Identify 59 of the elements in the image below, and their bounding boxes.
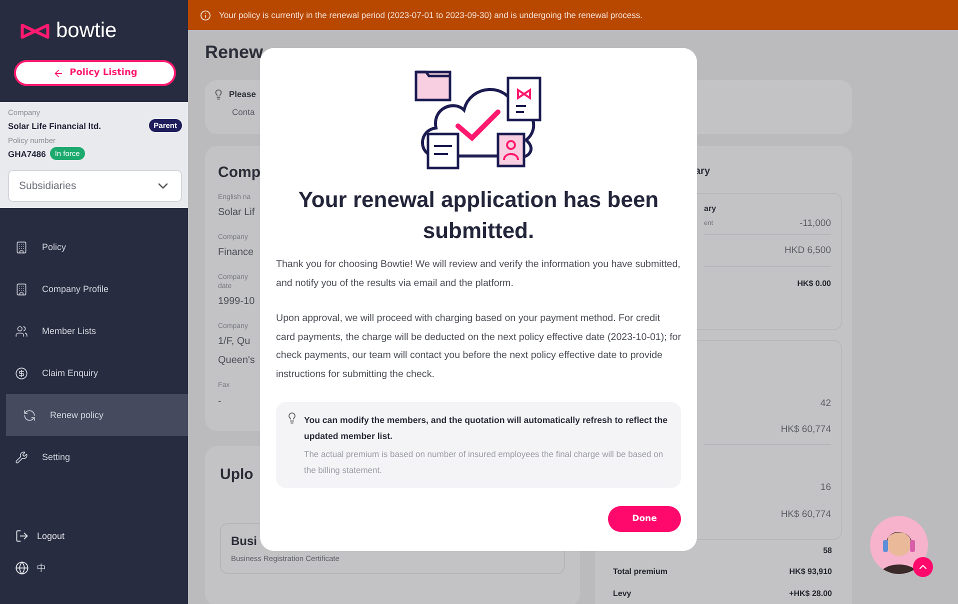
subsidiaries-select[interactable]: Subsidiaries	[8, 170, 182, 202]
wrench-icon	[15, 450, 28, 464]
total-label: Levy	[613, 588, 632, 598]
total-value: +HK$ 28.00	[789, 588, 832, 598]
users-icon	[15, 324, 28, 338]
total-value: HK$ 93,910	[789, 567, 832, 576]
bowtie-logo-icon	[20, 22, 50, 40]
refresh-icon	[23, 408, 36, 422]
page-title: Renew	[205, 42, 264, 64]
field-value: Solar Lif	[218, 206, 255, 220]
card-heading: Comp	[218, 164, 260, 181]
field-value: 1999-10	[218, 295, 255, 310]
lightbulb-icon	[286, 412, 298, 424]
building-icon	[15, 240, 28, 254]
nav-item[interactable]: Setting	[0, 436, 188, 478]
field-value: Finance	[218, 246, 254, 260]
dialog-paragraph: Thank you for choosing Bowtie! We will review and verify the information you have submitted, and notify you of the results via email and the platform.	[276, 258, 681, 291]
row-value: HK$ 60,774	[780, 508, 831, 520]
logo-text: bowtie	[56, 19, 117, 43]
building-icon	[15, 282, 28, 296]
dialog-title: Your renewal application has been submitted.	[297, 186, 660, 245]
footer-item[interactable]: Logout	[0, 520, 188, 552]
nav-item[interactable]: Company Profile	[0, 268, 188, 310]
box-heading: ary	[704, 204, 718, 213]
footer-item[interactable]: 中	[0, 552, 188, 584]
company-name: Solar Life Financial ltd.	[8, 120, 102, 130]
row-value: -11,000	[799, 218, 831, 229]
dollar-coin-icon	[15, 366, 28, 380]
field-value: -	[218, 394, 222, 409]
tip-text: The actual premium is based on number of insured employees the final charge will be based on the billing statement.	[304, 448, 664, 477]
policy-listing-button[interactable]: Policy Listing	[14, 60, 176, 86]
document-title: Busi	[231, 534, 258, 548]
lightbulb-icon	[213, 89, 224, 100]
card-heading: Uplo	[220, 466, 254, 483]
nav-item[interactable]: Renew policy	[6, 394, 188, 436]
tip-text: Conta	[231, 107, 255, 117]
dialog-paragraph: Upon approval, we will proceed with charging based on your payment method. For credit card payments, the charge will be deducted on the next policy effective date (2023-10-01); for check payments, our team will contact you before the next policy effective date to provide instructions for submitting the check.	[276, 312, 681, 382]
scroll-up-button[interactable]	[913, 557, 933, 577]
row-value: HK$ 0.00	[797, 278, 831, 288]
info-icon	[200, 10, 211, 20]
tip-title: Please	[229, 89, 256, 99]
logout-icon	[15, 529, 29, 543]
arrow-left-icon	[52, 68, 64, 78]
nav-item[interactable]: Member Lists	[0, 310, 188, 352]
nav-item[interactable]: Policy	[0, 226, 188, 268]
field-value: 1/F, Qu	[218, 335, 250, 350]
globe-icon	[15, 561, 29, 575]
row-value: 42	[820, 398, 831, 409]
done-button[interactable]: Done	[608, 506, 681, 532]
banner-text: Your policy is currently in the renewal period (2023-07-01 to 2023-09-30) and is undergoing the renewal process.	[219, 10, 643, 20]
total-value: 58	[823, 546, 832, 555]
row-value: HK$ 60,774	[780, 424, 831, 436]
total-label: Total premium	[613, 567, 668, 576]
row-value: 16	[820, 482, 831, 493]
field-value: Queen's	[218, 354, 255, 368]
nav-item[interactable]: Claim Enquiry	[0, 352, 188, 394]
row-value: HKD 6,500	[784, 245, 831, 256]
tip-title: You can modify the members, and the quotation will automatically refresh to reflect the updated member list.	[304, 414, 669, 443]
policy-number: GHA7486	[8, 148, 46, 158]
